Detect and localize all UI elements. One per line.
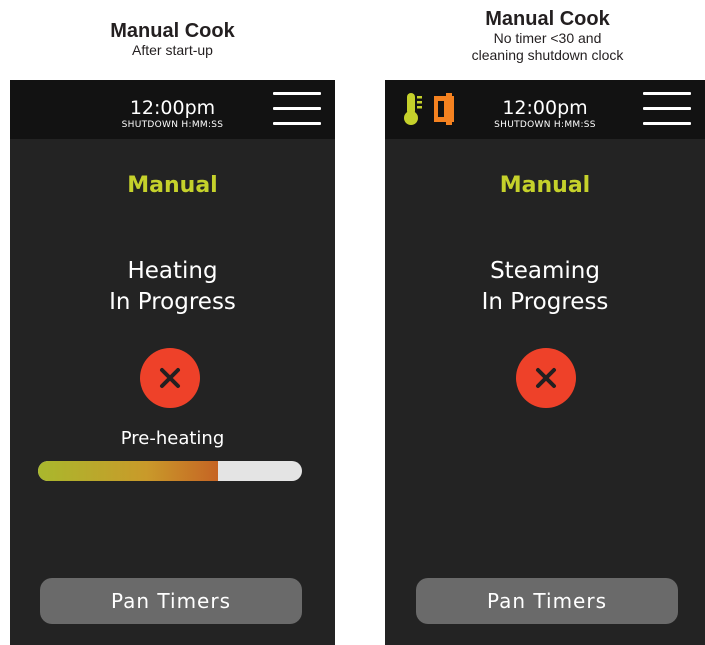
left-device-screen: 12:00pm SHUTDOWN H:MM:SS Manual Heating … — [10, 80, 335, 645]
left-top-bar: 12:00pm SHUTDOWN H:MM:SS — [10, 80, 335, 139]
preheat-label: Pre-heating — [120, 428, 225, 449]
left-status-line2: In Progress — [109, 289, 236, 315]
left-pan-timers-button[interactable]: Pan Timers — [40, 578, 302, 624]
right-status-line2: In Progress — [481, 289, 609, 315]
right-caption-subtitle-line2: cleaning shutdown clock — [471, 47, 624, 63]
left-status-line1: Heating — [127, 258, 218, 284]
left-status-text: Heating In Progress — [10, 256, 335, 318]
right-hamburger-menu-icon[interactable] — [643, 90, 691, 128]
right-mode-title: Manual — [499, 173, 591, 198]
close-icon — [536, 368, 556, 388]
right-status-text: Steaming In Progress — [385, 256, 705, 318]
right-pan-timers-button[interactable]: Pan Timers — [416, 578, 678, 624]
left-hamburger-menu-icon[interactable] — [273, 90, 321, 128]
left-mode-title: Manual — [127, 173, 218, 198]
right-caption-subtitle-line1: No timer <30 and — [493, 30, 602, 46]
right-caption: Manual Cook No timer <30 and cleaning sh… — [385, 8, 705, 64]
left-caption-title: Manual Cook — [110, 20, 235, 42]
left-cancel-button[interactable] — [140, 348, 200, 408]
preheat-progress-fill — [38, 461, 218, 481]
right-status-line1: Steaming — [490, 258, 600, 284]
right-top-bar: 12:00pm SHUTDOWN H:MM:SS — [385, 80, 705, 139]
right-cancel-button[interactable] — [516, 348, 576, 408]
preheat-progress-bar — [38, 461, 302, 481]
left-caption-subtitle: After start-up — [132, 42, 213, 58]
close-icon — [160, 368, 180, 388]
right-device-screen: 12:00pm SHUTDOWN H:MM:SS Manual Steaming… — [385, 80, 705, 645]
right-caption-title: Manual Cook — [485, 8, 610, 30]
left-caption: Manual Cook After start-up — [10, 20, 335, 59]
